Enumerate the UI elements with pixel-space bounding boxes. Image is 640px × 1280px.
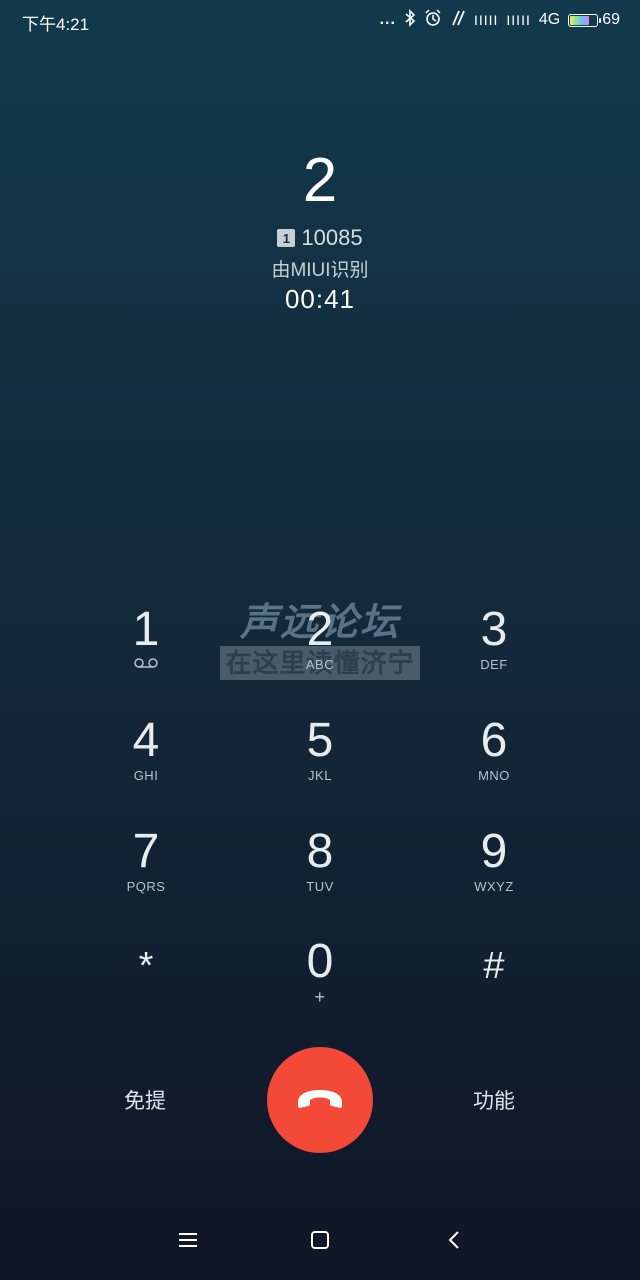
keypad-key-5[interactable]: 5 JKL <box>240 715 400 815</box>
star-symbol: * <box>138 945 154 987</box>
key-digit: 3 <box>480 603 508 656</box>
speaker-button[interactable]: 免提 <box>95 1085 195 1117</box>
key-digit: 5 <box>306 714 334 767</box>
home-nav-button[interactable] <box>300 1226 340 1258</box>
back-icon <box>447 1230 461 1255</box>
menu-icon <box>178 1231 198 1254</box>
key-letters: JKL <box>308 768 332 783</box>
keypad-key-star[interactable]: * <box>66 940 226 1040</box>
key-letters: GHI <box>133 768 159 783</box>
menu-nav-button[interactable] <box>168 1226 208 1258</box>
keypad-key-4[interactable]: 4 GHI <box>66 715 226 815</box>
key-letters: DEF <box>480 657 508 672</box>
hash-symbol: # <box>483 945 505 987</box>
keypad-key-6[interactable]: 6 MNO <box>414 715 574 815</box>
battery-indicator: 69 <box>568 11 620 29</box>
voicemail-icon <box>66 656 226 674</box>
caller-number-row: 1 10085 <box>0 225 640 251</box>
signal-strength-2: IIIII <box>506 12 531 28</box>
key-digit: 8 <box>306 825 334 878</box>
key-letters: ABC <box>305 657 335 672</box>
key-letters: WXYZ <box>474 879 514 894</box>
keypad-key-0[interactable]: 0 + <box>240 936 400 1036</box>
key-digit: 9 <box>480 825 508 878</box>
phone-hangup-icon <box>294 1086 346 1115</box>
key-letters: + <box>314 987 326 1007</box>
alarm-icon <box>424 8 442 32</box>
data-activity-icon <box>450 9 466 32</box>
end-call-button[interactable] <box>267 1047 373 1153</box>
call-duration: 00:41 <box>284 284 356 314</box>
keypad-key-7[interactable]: 7 PQRS <box>66 826 226 926</box>
more-functions-button[interactable]: 功能 <box>444 1085 544 1117</box>
signal-strength-1: IIIII <box>473 12 499 28</box>
key-digit: 4 <box>132 714 160 767</box>
key-letters: MNO <box>478 768 510 783</box>
back-nav-button[interactable] <box>434 1226 474 1258</box>
keypad-key-3[interactable]: 3 DEF <box>414 604 574 704</box>
key-letters: PQRS <box>126 879 166 894</box>
sim-card-icon: 1 <box>277 229 296 247</box>
caller-identification-source: 由MIUI识别 <box>271 260 369 281</box>
status-bar: 下午4:21 ... IIIII IIIII 4G 69 <box>0 0 640 40</box>
caller-name: 2 <box>302 146 338 215</box>
key-digit: 7 <box>132 825 160 878</box>
key-digit: 1 <box>132 603 160 656</box>
key-digit: 2 <box>306 603 334 656</box>
keypad-key-9[interactable]: 9 WXYZ <box>414 826 574 926</box>
caller-number: 10085 <box>301 225 363 250</box>
bluetooth-icon <box>404 8 416 32</box>
battery-icon <box>568 13 602 27</box>
home-icon <box>310 1230 330 1255</box>
key-letters: TUV <box>306 879 334 894</box>
status-icons: ... IIIII IIIII 4G 69 <box>379 8 620 32</box>
network-type: 4G <box>538 11 561 28</box>
keypad-key-1[interactable]: 1 <box>66 604 226 704</box>
status-time: 下午4:21 <box>22 15 90 34</box>
key-digit: 6 <box>480 714 508 767</box>
more-notifications-icon: ... <box>379 11 396 28</box>
keypad-key-2[interactable]: 2 ABC <box>240 604 400 704</box>
keypad-key-hash[interactable]: # <box>414 940 574 1040</box>
keypad-key-8[interactable]: 8 TUV <box>240 826 400 926</box>
battery-level: 69 <box>602 11 620 28</box>
key-digit: 0 <box>306 935 334 988</box>
